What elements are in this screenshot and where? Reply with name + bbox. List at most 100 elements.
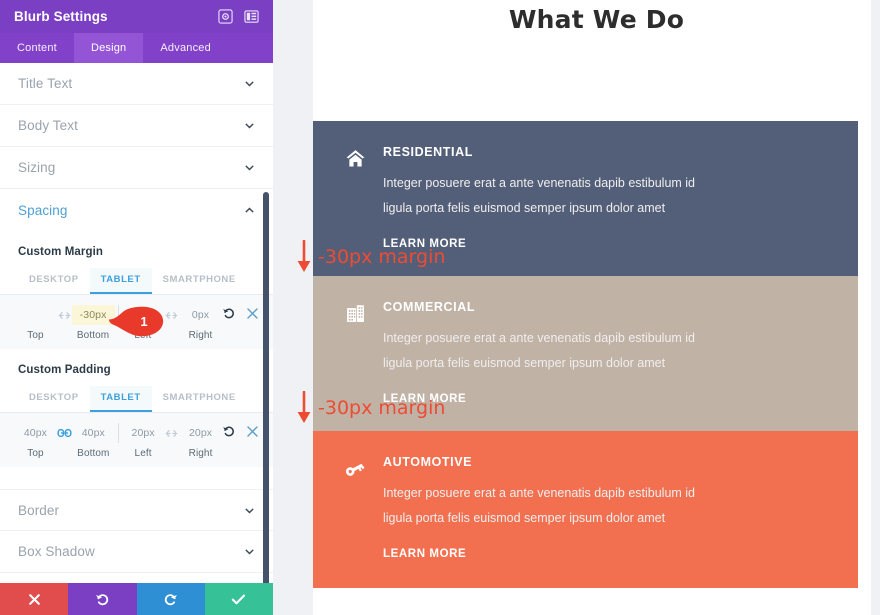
blurb-title: COMMERCIAL xyxy=(383,300,476,314)
padding-field-divider xyxy=(117,423,119,443)
margin-reset-icon[interactable] xyxy=(222,306,236,320)
close-icon xyxy=(28,593,40,605)
padding-top-value[interactable]: 40px xyxy=(14,423,57,443)
panel-scrollbar[interactable] xyxy=(263,192,269,583)
page-title: What We Do xyxy=(508,5,685,34)
panel-tabbar: Content Design Advanced xyxy=(0,33,273,63)
margin-link-top-bottom-icon[interactable] xyxy=(57,305,72,325)
section-box-shadow[interactable]: Box Shadow xyxy=(0,531,273,573)
margin-right-caption: Right xyxy=(188,330,213,341)
padding-device-tab-tablet[interactable]: TABLET xyxy=(89,386,152,412)
padding-bottom-value[interactable]: 40px xyxy=(72,423,115,443)
blurb-text: Integer posuere erat a ante venenatis da… xyxy=(383,176,696,215)
margin-bottom-field[interactable]: -30px Bottom xyxy=(71,305,115,341)
margin-right-field[interactable]: 0px Right xyxy=(179,305,222,341)
blurb-settings-panel: Blurb Settings Content Design Advanced T… xyxy=(0,0,273,615)
blurb-commercial[interactable]: COMMERCIAL Integer posuere erat a ante v… xyxy=(313,276,858,433)
padding-field-row: 40px Top 40px Bottom 20px Left 20px Righ… xyxy=(0,413,273,467)
learn-more-link[interactable]: LEARN MORE xyxy=(383,393,466,405)
chevron-down-icon xyxy=(245,507,254,514)
padding-top-field[interactable]: 40px Top xyxy=(14,423,57,459)
padding-bottom-field[interactable]: 40px Bottom xyxy=(72,423,115,459)
panel-layout-icon[interactable] xyxy=(244,9,259,24)
section-body-text[interactable]: Body Text xyxy=(0,105,273,147)
padding-link-top-bottom-icon[interactable] xyxy=(57,423,72,443)
tab-content[interactable]: Content xyxy=(0,33,74,63)
panel-header: Blurb Settings xyxy=(0,0,273,33)
padding-link-left-right-icon[interactable] xyxy=(165,423,180,443)
margin-row-actions xyxy=(222,305,259,320)
margin-device-tabs: DESKTOP TABLET SMARTPHONE xyxy=(0,268,273,295)
check-icon xyxy=(232,594,246,604)
padding-device-tab-smartphone[interactable]: SMARTPHONE xyxy=(152,386,247,412)
redo-icon xyxy=(164,593,178,605)
padding-right-value[interactable]: 20px xyxy=(179,423,222,443)
section-label: Body Text xyxy=(18,118,78,133)
margin-top-field[interactable]: Top xyxy=(14,305,57,341)
chevron-up-icon xyxy=(245,206,254,213)
house-icon xyxy=(333,145,377,170)
padding-left-value[interactable]: 20px xyxy=(122,423,165,443)
blurb-text: Integer posuere erat a ante venenatis da… xyxy=(383,486,696,525)
section-spacing[interactable]: Spacing xyxy=(0,189,273,231)
key-icon xyxy=(333,455,377,481)
custom-margin-label: Custom Margin xyxy=(18,246,103,258)
section-label: Box Shadow xyxy=(18,544,95,559)
padding-clear-icon[interactable] xyxy=(246,425,259,438)
margin-top-caption: Top xyxy=(27,330,44,341)
padding-bottom-caption: Bottom xyxy=(77,448,110,459)
padding-top-caption: Top xyxy=(27,448,44,459)
learn-more-link[interactable]: LEARN MORE xyxy=(383,238,466,250)
chevron-down-icon xyxy=(245,165,254,171)
margin-left-value[interactable] xyxy=(121,305,164,325)
undo-icon xyxy=(95,593,109,605)
margin-device-tab-smartphone[interactable]: SMARTPHONE xyxy=(152,268,247,294)
blurb-body: COMMERCIAL Integer posuere erat a ante v… xyxy=(377,300,838,407)
tab-advanced[interactable]: Advanced xyxy=(143,33,228,63)
blurb-text: Integer posuere erat a ante venenatis da… xyxy=(383,331,696,370)
tab-design[interactable]: Design xyxy=(73,33,144,63)
margin-right-value[interactable]: 0px xyxy=(179,305,222,325)
page-canvas: What We Do RESIDENTIAL Integer posuere e… xyxy=(313,0,880,615)
margin-clear-icon[interactable] xyxy=(246,307,259,320)
chevron-down-icon xyxy=(245,81,254,87)
blurb-automotive[interactable]: AUTOMOTIVE Integer posuere erat a ante v… xyxy=(313,431,858,588)
panel-body: Title Text Body Text Sizing Spacing Cust… xyxy=(0,63,273,583)
chevron-down-icon xyxy=(245,549,254,555)
canvas-right-edge xyxy=(871,0,880,615)
cancel-button[interactable] xyxy=(0,583,69,615)
screen: Blurb Settings Content Design Advanced T… xyxy=(0,0,880,615)
padding-device-tab-desktop[interactable]: DESKTOP xyxy=(18,386,90,412)
padding-reset-icon[interactable] xyxy=(222,424,236,438)
undo-button[interactable] xyxy=(68,583,137,615)
margin-link-left-right-icon[interactable] xyxy=(164,305,179,325)
office-building-icon xyxy=(333,300,377,325)
save-button[interactable] xyxy=(204,583,273,615)
margin-device-tab-desktop[interactable]: DESKTOP xyxy=(18,268,90,294)
blurb-title: RESIDENTIAL xyxy=(383,145,473,159)
custom-padding-label: Custom Padding xyxy=(18,364,111,376)
margin-left-field[interactable]: Left xyxy=(121,305,164,341)
section-title-text[interactable]: Title Text xyxy=(0,63,273,105)
section-label: Border xyxy=(18,502,60,518)
learn-more-link[interactable]: LEARN MORE xyxy=(383,548,466,560)
focus-target-icon[interactable] xyxy=(218,9,233,24)
section-border[interactable]: Border xyxy=(0,489,273,531)
section-sizing[interactable]: Sizing xyxy=(0,147,273,189)
margin-device-tab-tablet[interactable]: TABLET xyxy=(89,268,152,294)
margin-top-value[interactable] xyxy=(14,305,57,325)
blurb-residential[interactable]: RESIDENTIAL Integer posuere erat a ante … xyxy=(313,121,858,278)
padding-device-tabs: DESKTOP TABLET SMARTPHONE xyxy=(0,386,273,413)
padding-left-field[interactable]: 20px Left xyxy=(122,423,165,459)
panel-header-icons xyxy=(218,9,259,24)
padding-left-caption: Left xyxy=(134,448,152,459)
margin-field-row: Top -30px Bottom Left 0px Right xyxy=(0,295,273,349)
margin-bottom-value[interactable]: -30px xyxy=(71,305,115,325)
redo-button[interactable] xyxy=(136,583,205,615)
panel-canvas-gap xyxy=(273,0,313,615)
margin-field-divider xyxy=(117,305,119,325)
padding-right-field[interactable]: 20px Right xyxy=(179,423,222,459)
panel-title: Blurb Settings xyxy=(14,9,108,24)
panel-footer xyxy=(0,583,273,615)
